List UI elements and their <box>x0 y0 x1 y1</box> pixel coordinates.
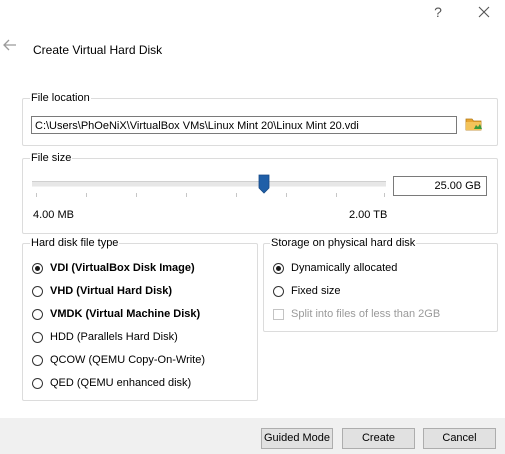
storage-option-fixed[interactable]: Fixed size <box>273 281 341 301</box>
radio-button[interactable] <box>32 308 43 320</box>
radio-button[interactable] <box>273 285 284 297</box>
size-input[interactable]: 25.00 GB <box>393 176 487 196</box>
split-files-checkbox-row: Split into files of less than 2GB <box>273 304 440 324</box>
file-size-group <box>22 158 498 234</box>
cancel-button[interactable]: Cancel <box>423 428 496 449</box>
back-arrow-icon <box>3 39 16 51</box>
close-button[interactable] <box>472 2 496 22</box>
file-size-label: File size <box>30 152 73 164</box>
option-label: HDD (Parallels Hard Disk) <box>50 331 178 343</box>
option-label: Fixed size <box>291 285 341 297</box>
choose-file-button[interactable] <box>464 114 486 136</box>
radio-button[interactable] <box>32 377 43 389</box>
size-slider-thumb[interactable] <box>258 174 270 194</box>
disk-type-label: Hard disk file type <box>30 237 120 249</box>
slider-tick <box>36 193 37 197</box>
disk-type-option-qcow[interactable]: QCOW (QEMU Copy-On-Write) <box>32 350 205 370</box>
file-path-input[interactable]: C:\Users\PhOeNiX\VirtualBox VMs\Linux Mi… <box>31 116 457 134</box>
radio-button[interactable] <box>32 262 43 274</box>
disk-type-option-qed[interactable]: QED (QEMU enhanced disk) <box>32 373 191 393</box>
size-max-label: 2.00 TB <box>349 209 388 221</box>
disk-type-option-vhd[interactable]: VHD (Virtual Hard Disk) <box>32 281 172 301</box>
file-location-label: File location <box>30 92 91 104</box>
slider-tick <box>186 193 187 197</box>
option-label: Dynamically allocated <box>291 262 398 274</box>
option-label: VMDK (Virtual Machine Disk) <box>50 308 201 320</box>
split-files-checkbox <box>273 308 284 320</box>
folder-icon <box>465 118 482 131</box>
slider-tick <box>236 193 237 197</box>
guided-mode-button[interactable]: Guided Mode <box>261 428 333 449</box>
slider-tick <box>336 193 337 197</box>
split-files-label: Split into files of less than 2GB <box>291 308 441 320</box>
disk-type-option-vdi[interactable]: VDI (VirtualBox Disk Image) <box>32 258 195 278</box>
option-label: VDI (VirtualBox Disk Image) <box>50 262 195 274</box>
slider-tick <box>286 193 287 197</box>
radio-button[interactable] <box>32 354 43 366</box>
radio-button[interactable] <box>273 262 284 274</box>
help-button[interactable]: ? <box>427 2 449 22</box>
option-label: VHD (Virtual Hard Disk) <box>50 285 173 297</box>
dialog-title: Create Virtual Hard Disk <box>33 43 163 57</box>
back-button[interactable] <box>2 38 22 58</box>
slider-tick <box>384 193 385 197</box>
create-button[interactable]: Create <box>342 428 415 449</box>
disk-type-option-vmdk[interactable]: VMDK (Virtual Machine Disk) <box>32 304 200 324</box>
close-icon <box>478 6 490 18</box>
size-slider-track[interactable] <box>32 181 386 187</box>
storage-option-dynamic[interactable]: Dynamically allocated <box>273 258 397 278</box>
slider-tick <box>136 193 137 197</box>
option-label: QCOW (QEMU Copy-On-Write) <box>50 354 206 366</box>
storage-label: Storage on physical hard disk <box>270 237 417 249</box>
radio-button[interactable] <box>32 285 43 297</box>
disk-type-option-hdd[interactable]: HDD (Parallels Hard Disk) <box>32 327 178 347</box>
slider-tick <box>86 193 87 197</box>
radio-button[interactable] <box>32 331 43 343</box>
size-min-label: 4.00 MB <box>33 209 74 221</box>
option-label: QED (QEMU enhanced disk) <box>50 377 192 389</box>
